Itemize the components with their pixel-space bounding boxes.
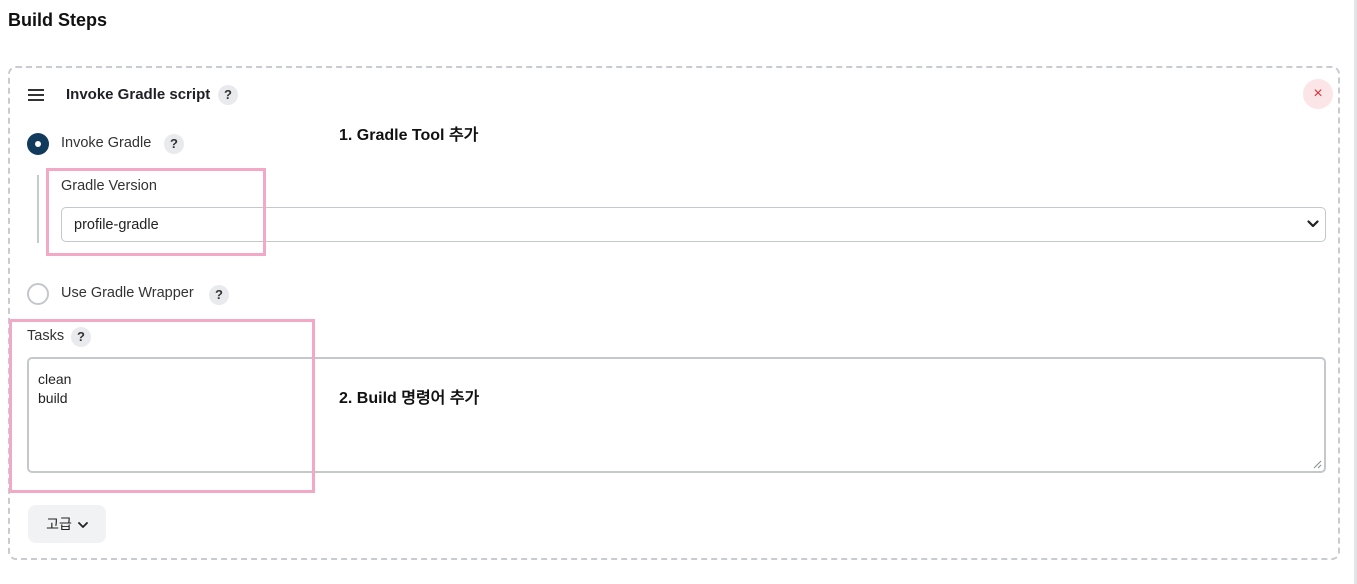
- use-gradle-wrapper-help-icon[interactable]: ?: [209, 285, 229, 305]
- highlight-box-tasks: [9, 319, 315, 493]
- section-title: Build Steps: [8, 10, 108, 30]
- close-icon[interactable]: ×: [1303, 79, 1333, 109]
- invoke-gradle-help-icon[interactable]: ?: [164, 134, 184, 154]
- advanced-label: 고급: [46, 516, 72, 532]
- use-gradle-wrapper-radio[interactable]: [27, 283, 49, 305]
- advanced-button[interactable]: 고급: [28, 505, 106, 543]
- annotation-gradle-tool: 1. Gradle Tool 추가: [339, 127, 479, 144]
- highlight-box-gradle-version: [46, 168, 266, 256]
- step-title: Invoke Gradle script: [66, 86, 211, 103]
- use-gradle-wrapper-label: Use Gradle Wrapper: [61, 285, 194, 301]
- step-help-icon[interactable]: ?: [218, 85, 238, 105]
- nested-indicator: [37, 175, 39, 243]
- invoke-gradle-label: Invoke Gradle: [61, 135, 152, 151]
- chevron-down-icon: [77, 522, 88, 529]
- annotation-build-command: 2. Build 명령어 추가: [339, 390, 480, 407]
- chevron-down-icon: [1307, 220, 1319, 228]
- drag-handle-icon[interactable]: [28, 89, 44, 101]
- resize-grip-icon[interactable]: [1312, 459, 1322, 469]
- invoke-gradle-radio[interactable]: [27, 133, 49, 155]
